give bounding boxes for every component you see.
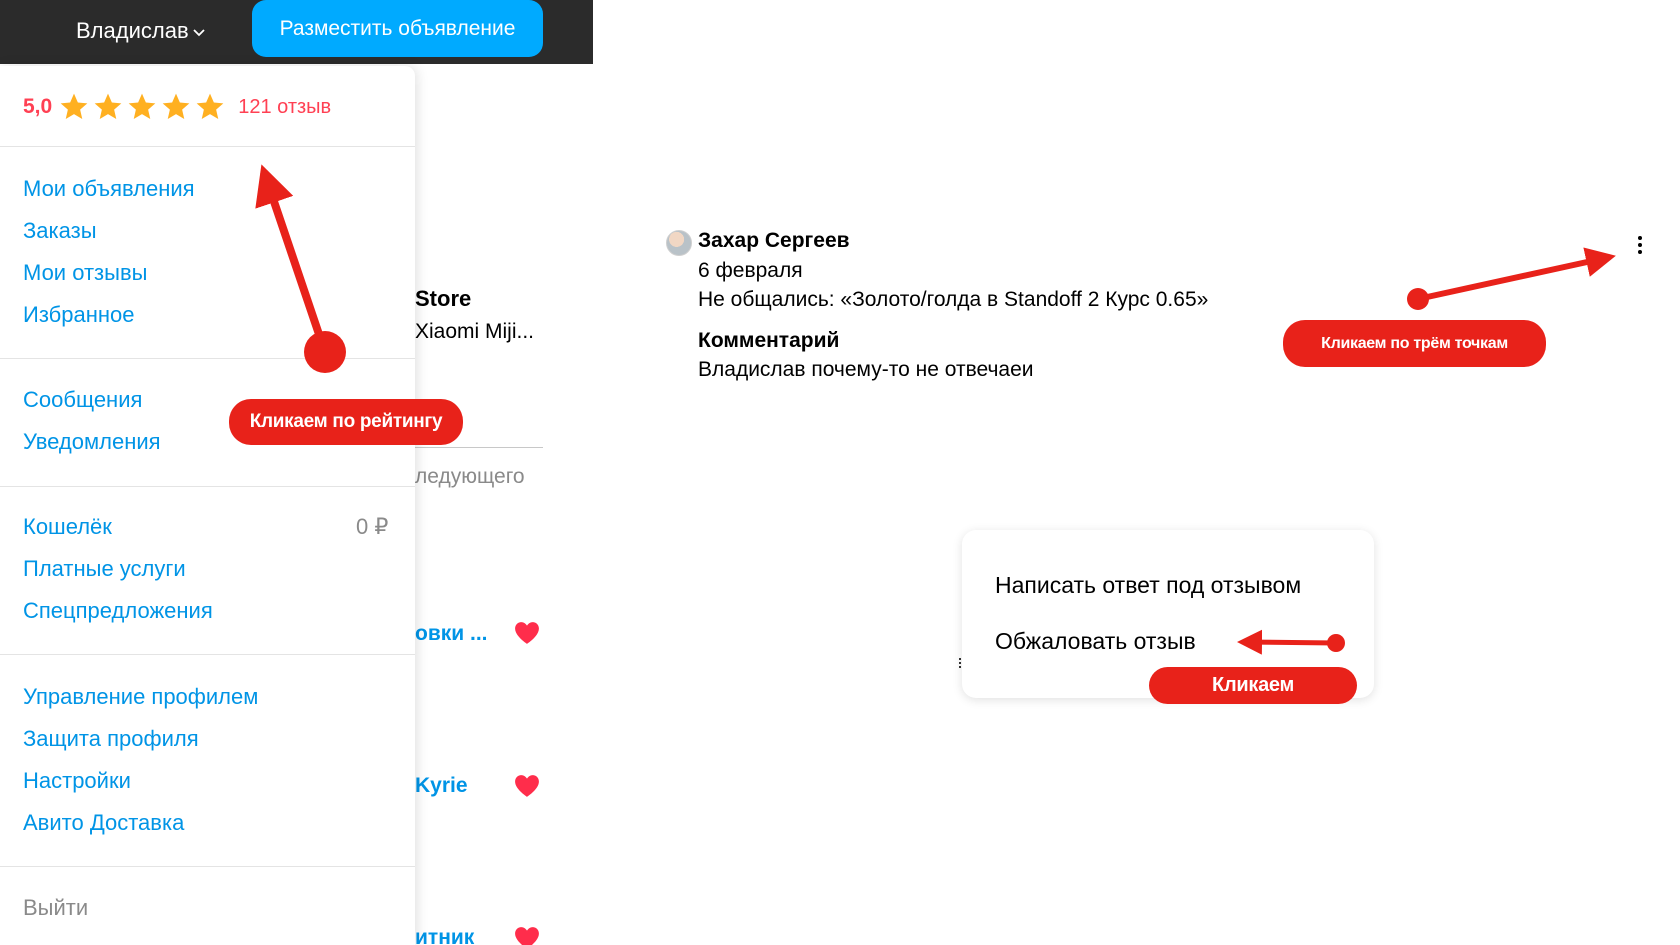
star-icon [162,93,190,119]
review-date: 6 февраля [698,259,803,282]
heart-icon[interactable] [514,774,540,798]
rating-stars [58,91,226,123]
menu-item-orders[interactable]: Заказы [23,218,97,244]
profile-dropdown-menu: 5,0 121 отзыв Мои объявления Заказы Мои … [0,66,415,945]
review-comment: Владислав почему-то не отвечаеи [698,358,1034,381]
favorite-item-title[interactable]: итник [415,926,474,945]
divider [0,486,415,487]
annotation-click-rating: Кликаем по рейтингу [229,399,463,445]
star-icon [60,93,88,119]
menu-item-profile-protection[interactable]: Защита профиля [23,726,199,752]
user-menu-button[interactable]: Владислав [76,14,205,48]
chevron-down-icon [193,29,205,37]
heart-icon[interactable] [514,926,540,945]
menu-item-messages[interactable]: Сообщения [23,387,142,413]
menu-item-special-offers[interactable]: Спецпредложения [23,598,213,624]
store-item-title[interactable]: Xiaomi Miji... [415,320,534,344]
review-deal: Не общались: «Золото/голда в Standoff 2 … [698,288,1209,311]
next-text: ледующего [415,465,525,488]
store-name[interactable]: Store [415,286,471,312]
divider [0,654,415,655]
menu-item-my-reviews[interactable]: Мои отзывы [23,260,147,286]
menu-item-wallet[interactable]: Кошелёк [23,514,112,540]
reply-to-review-option[interactable]: Написать ответ под отзывом [995,572,1301,599]
menu-item-settings[interactable]: Настройки [23,768,131,794]
reviewer-avatar[interactable] [666,230,692,256]
arrow-to-dots [1407,247,1616,310]
menu-item-my-ads[interactable]: Мои объявления [23,176,195,202]
star-icon [94,93,122,119]
menu-item-favorites[interactable]: Избранное [23,302,135,328]
wallet-balance: 0 ₽ [356,514,389,539]
appeal-review-option[interactable]: Обжаловать отзыв [995,628,1196,655]
user-name: Владислав [76,18,189,43]
menu-item-logout[interactable]: Выйти [23,895,88,921]
star-icon [196,93,224,119]
post-ad-button[interactable]: Разместить объявление [252,0,543,57]
rating-value: 5,0 [23,95,53,118]
menu-item-profile-management[interactable]: Управление профилем [23,684,258,710]
divider [0,358,415,359]
review-comment-title: Комментарий [698,329,840,352]
reviews-count: 121 отзыв [238,95,332,118]
background-listing: Store Xiaomi Miji... ледующего овки ... … [400,64,550,945]
heart-icon[interactable] [514,621,540,645]
menu-item-notifications[interactable]: Уведомления [23,429,161,455]
annotation-click-dots: Кликаем по трём точкам [1283,320,1546,367]
annotation-click: Кликаем [1149,667,1357,704]
more-options-icon[interactable] [1632,234,1648,260]
reviewer-name[interactable]: Захар Сергеев [698,229,850,253]
star-icon [128,93,156,119]
favorite-item-title[interactable]: овки ... [415,622,488,646]
rating-link[interactable]: 5,0 121 отзыв [23,90,331,124]
favorite-item-title[interactable]: Kyrie [415,774,468,798]
divider [415,447,543,448]
divider [0,146,415,147]
top-bar: Владислав Разместить объявление [0,0,593,64]
menu-item-paid-services[interactable]: Платные услуги [23,556,186,582]
menu-item-avito-delivery[interactable]: Авито Доставка [23,810,184,836]
divider [0,866,415,867]
